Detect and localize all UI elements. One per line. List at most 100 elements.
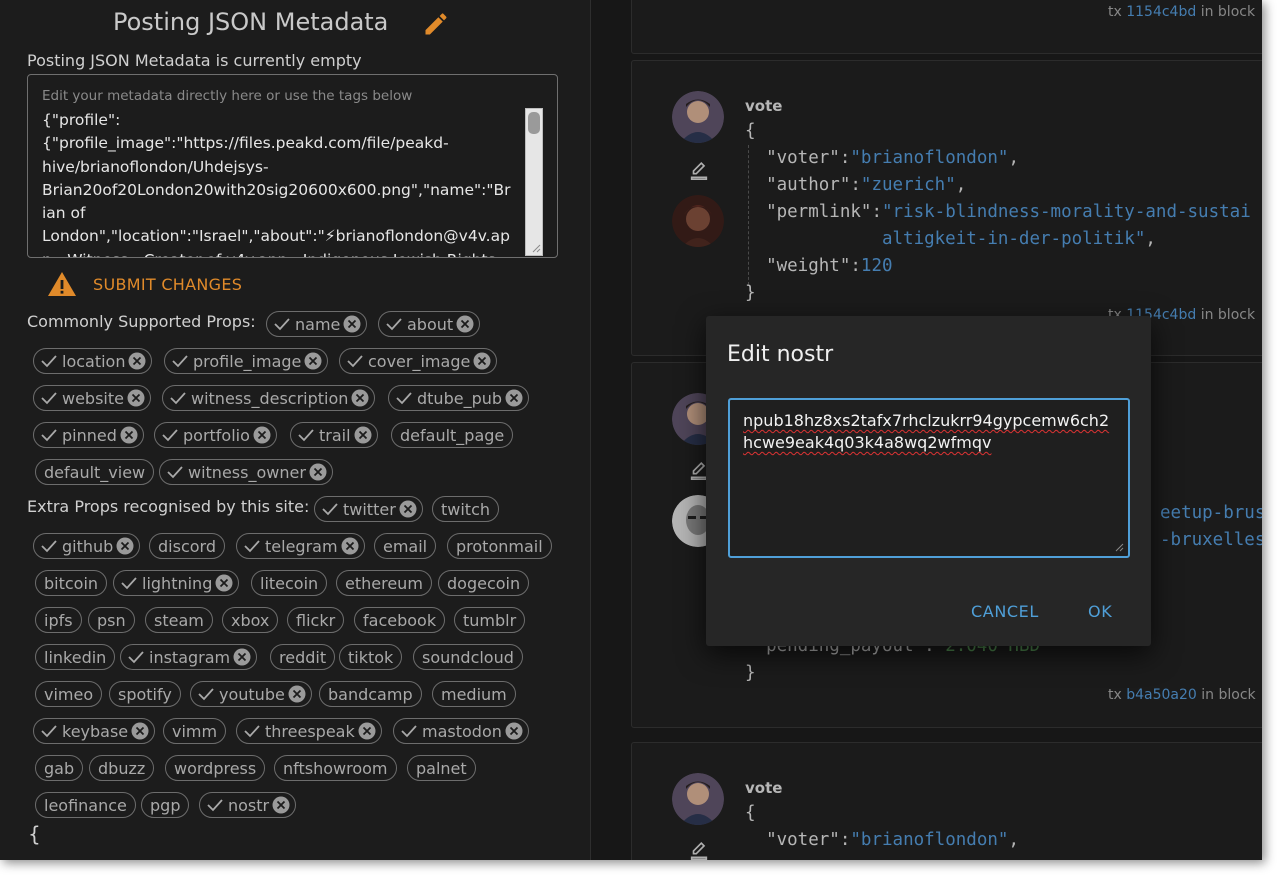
prop-chip-spotify[interactable]: spotify bbox=[109, 681, 181, 707]
prop-chip-litecoin[interactable]: litecoin bbox=[251, 570, 328, 596]
prop-chip-ipfs[interactable]: ipfs bbox=[35, 607, 82, 633]
remove-icon[interactable] bbox=[343, 315, 361, 333]
textarea-scrollbar[interactable] bbox=[525, 108, 543, 256]
prop-chip-instagram[interactable]: instagram bbox=[120, 644, 258, 670]
prop-chip-profile-image[interactable]: profile_image bbox=[164, 348, 329, 374]
resize-grip-icon[interactable] bbox=[1114, 542, 1124, 552]
prop-chip-nostr[interactable]: nostr bbox=[199, 792, 297, 818]
prop-chip-vimm[interactable]: vimm bbox=[163, 718, 227, 744]
prop-chip-witness-owner[interactable]: witness_owner bbox=[159, 459, 333, 485]
remove-icon[interactable] bbox=[309, 463, 327, 481]
nostr-value[interactable]: npub18hz8xs2tafx7rhclzukrr94gypcemw6ch2h… bbox=[743, 410, 1119, 454]
remove-icon[interactable] bbox=[127, 389, 145, 407]
prop-chip-ethereum[interactable]: ethereum bbox=[336, 570, 432, 596]
prop-chip-flickr[interactable]: flickr bbox=[287, 607, 345, 633]
chip-label: vimeo bbox=[44, 684, 94, 704]
prop-chip-dbuzz[interactable]: dbuzz bbox=[89, 755, 155, 781]
cancel-button[interactable]: CANCEL bbox=[971, 602, 1039, 621]
nostr-input[interactable]: npub18hz8xs2tafx7rhclzukrr94gypcemw6ch2h… bbox=[728, 398, 1130, 558]
remove-icon[interactable] bbox=[505, 389, 523, 407]
submit-changes-button[interactable]: SUBMIT CHANGES bbox=[47, 270, 242, 298]
remove-icon[interactable] bbox=[120, 426, 138, 444]
prop-chip-bitcoin[interactable]: bitcoin bbox=[35, 570, 108, 596]
prop-chip-psn[interactable]: psn bbox=[88, 607, 135, 633]
remove-icon[interactable] bbox=[354, 426, 372, 444]
chip-label: reddit bbox=[279, 647, 327, 667]
prop-chip-location[interactable]: location bbox=[33, 348, 153, 374]
prop-chip-linkedin[interactable]: linkedin bbox=[35, 644, 116, 670]
remove-icon[interactable] bbox=[128, 352, 146, 370]
prop-chip-facebook[interactable]: facebook bbox=[354, 607, 446, 633]
remove-icon[interactable] bbox=[304, 352, 322, 370]
prop-chip-witness-description[interactable]: witness_description bbox=[162, 385, 376, 411]
prop-chip-telegram[interactable]: telegram bbox=[236, 533, 365, 559]
prop-chip-soundcloud[interactable]: soundcloud bbox=[413, 644, 523, 670]
prop-chip-about[interactable]: about bbox=[378, 311, 481, 337]
prop-chip-keybase[interactable]: keybase bbox=[33, 718, 156, 744]
chip-label: profile_image bbox=[193, 351, 302, 371]
check-icon bbox=[121, 577, 137, 590]
metadata-value[interactable]: {"profile": {"profile_image":"https://fi… bbox=[42, 109, 522, 257]
remove-icon[interactable] bbox=[341, 537, 359, 555]
prop-chip-twitter[interactable]: twitter bbox=[314, 496, 423, 522]
prop-chip-vimeo[interactable]: vimeo bbox=[35, 681, 103, 707]
prop-chip-xbox[interactable]: xbox bbox=[222, 607, 279, 633]
prop-chip-email[interactable]: email bbox=[374, 533, 437, 559]
prop-chip-mastodon[interactable]: mastodon bbox=[393, 718, 529, 744]
remove-icon[interactable] bbox=[233, 648, 251, 666]
prop-chip-tiktok[interactable]: tiktok bbox=[339, 644, 403, 670]
prop-chip-leofinance[interactable]: leofinance bbox=[35, 792, 136, 818]
prop-chip-threespeak[interactable]: threespeak bbox=[236, 718, 382, 744]
prop-chip-website[interactable]: website bbox=[33, 385, 151, 411]
prop-chip-pgp[interactable]: pgp bbox=[141, 792, 190, 818]
remove-icon[interactable] bbox=[399, 500, 417, 518]
prop-chip-default-view[interactable]: default_view bbox=[35, 459, 155, 485]
chip-label: about bbox=[407, 314, 454, 334]
chip-label: threespeak bbox=[265, 721, 355, 741]
remove-icon[interactable] bbox=[505, 722, 523, 740]
prop-chip-twitch[interactable]: twitch bbox=[432, 496, 500, 522]
prop-chip-dtube-pub[interactable]: dtube_pub bbox=[388, 385, 530, 411]
prop-chip-discord[interactable]: discord bbox=[149, 533, 225, 559]
chip-label: soundcloud bbox=[422, 647, 514, 667]
prop-chip-steam[interactable]: steam bbox=[145, 607, 213, 633]
chip-label: tiktok bbox=[348, 647, 394, 667]
check-icon bbox=[198, 688, 214, 701]
prop-chip-dogecoin[interactable]: dogecoin bbox=[438, 570, 530, 596]
prop-chip-protonmail[interactable]: protonmail bbox=[447, 533, 552, 559]
prop-chip-tumblr[interactable]: tumblr bbox=[454, 607, 526, 633]
remove-icon[interactable] bbox=[351, 389, 369, 407]
prop-chip-wordpress[interactable]: wordpress bbox=[165, 755, 266, 781]
scrollbar-thumb[interactable] bbox=[528, 112, 540, 134]
prop-chip-pinned[interactable]: pinned bbox=[33, 422, 144, 448]
prop-chip-default-page[interactable]: default_page bbox=[391, 422, 514, 448]
remove-icon[interactable] bbox=[215, 574, 233, 592]
prop-chip-medium[interactable]: medium bbox=[432, 681, 516, 707]
remove-icon[interactable] bbox=[288, 685, 306, 703]
remove-icon[interactable] bbox=[456, 315, 474, 333]
remove-icon[interactable] bbox=[253, 426, 271, 444]
chip-label: xbox bbox=[231, 610, 270, 630]
prop-chip-name[interactable]: name bbox=[266, 311, 368, 337]
ok-button[interactable]: OK bbox=[1088, 602, 1112, 621]
remove-icon[interactable] bbox=[131, 722, 149, 740]
edit-nostr-dialog: Edit nostr npub18hz8xs2tafx7rhclzukrr94g… bbox=[706, 316, 1151, 646]
remove-icon[interactable] bbox=[358, 722, 376, 740]
remove-icon[interactable] bbox=[272, 796, 290, 814]
remove-icon[interactable] bbox=[116, 537, 134, 555]
prop-chip-portfolio[interactable]: portfolio bbox=[154, 422, 277, 448]
prop-chip-cover-image[interactable]: cover_image bbox=[339, 348, 498, 374]
prop-chip-youtube[interactable]: youtube bbox=[190, 681, 312, 707]
prop-chip-github[interactable]: github bbox=[33, 533, 141, 559]
remove-icon[interactable] bbox=[473, 352, 491, 370]
prop-chip-lightning[interactable]: lightning bbox=[113, 570, 240, 596]
metadata-textarea[interactable]: Edit your metadata directly here or use … bbox=[27, 74, 558, 258]
prop-chip-reddit[interactable]: reddit bbox=[270, 644, 336, 670]
prop-chip-gab[interactable]: gab bbox=[35, 755, 84, 781]
pencil-icon[interactable] bbox=[422, 10, 450, 38]
prop-chip-trail[interactable]: trail bbox=[290, 422, 378, 448]
prop-chip-bandcamp[interactable]: bandcamp bbox=[319, 681, 422, 707]
resize-grip-icon[interactable] bbox=[531, 243, 541, 253]
prop-chip-palnet[interactable]: palnet bbox=[407, 755, 476, 781]
prop-chip-nftshowroom[interactable]: nftshowroom bbox=[274, 755, 397, 781]
